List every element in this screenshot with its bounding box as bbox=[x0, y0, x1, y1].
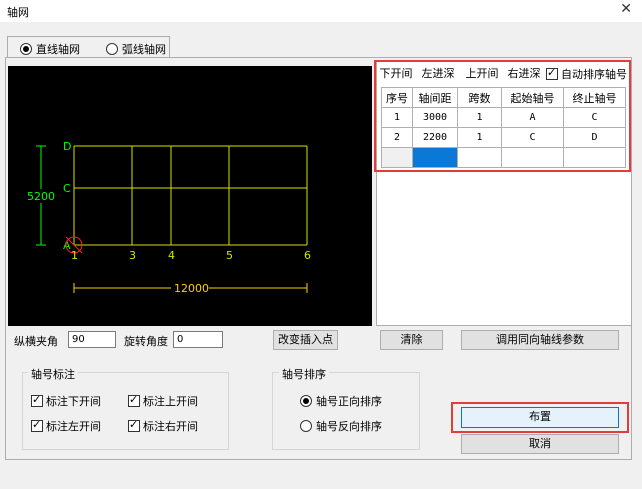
col-label-1: 1 bbox=[71, 249, 78, 262]
axis-label-group-title: 轴号标注 bbox=[28, 366, 78, 382]
label-right-bay-checkbox[interactable]: 标注右开间 bbox=[128, 418, 198, 434]
title-bar: 轴网 ✕ bbox=[0, 0, 642, 22]
cancel-button[interactable]: 取消 bbox=[461, 434, 619, 454]
col-label-6: 6 bbox=[304, 249, 311, 262]
table-highlight-box bbox=[374, 60, 631, 172]
rotate-label: 旋转角度 bbox=[124, 335, 168, 348]
radio-indicator bbox=[300, 395, 312, 407]
col-label-3: 3 bbox=[129, 249, 136, 262]
col-label-4: 4 bbox=[168, 249, 175, 262]
checkbox-indicator bbox=[128, 418, 140, 432]
label-right-bay-text: 标注右开间 bbox=[143, 420, 198, 433]
rotate-input[interactable]: 0 bbox=[173, 331, 223, 348]
sort-reverse-label: 轴号反向排序 bbox=[316, 420, 382, 433]
checkbox-indicator bbox=[128, 393, 140, 407]
label-bottom-bay-text: 标注下开间 bbox=[46, 395, 101, 408]
mode-straight-radio[interactable]: 直线轴网 bbox=[20, 41, 80, 57]
clear-button[interactable]: 清除 bbox=[380, 330, 443, 350]
grid-preview-svg: D C A 1 3 4 5 6 5200 12000 bbox=[25, 140, 311, 295]
sort-forward-label: 轴号正向排序 bbox=[316, 395, 382, 408]
mode-straight-label: 直线轴网 bbox=[36, 43, 80, 56]
label-left-bay-checkbox[interactable]: 标注左开间 bbox=[31, 418, 101, 434]
checkbox-indicator bbox=[31, 418, 43, 432]
window-title: 轴网 bbox=[7, 6, 29, 19]
close-icon[interactable]: ✕ bbox=[620, 1, 632, 17]
angle-input[interactable]: 90 bbox=[68, 331, 116, 348]
mode-arc-label: 弧线轴网 bbox=[122, 43, 166, 56]
grid-preview-canvas[interactable]: D C A 1 3 4 5 6 5200 12000 bbox=[8, 66, 372, 326]
label-top-bay-checkbox[interactable]: 标注上开间 bbox=[128, 393, 198, 409]
sort-reverse-radio[interactable]: 轴号反向排序 bbox=[300, 418, 382, 434]
axis-sort-group bbox=[272, 372, 420, 450]
horizontal-dim-label: 12000 bbox=[174, 282, 209, 295]
label-bottom-bay-checkbox[interactable]: 标注下开间 bbox=[31, 393, 101, 409]
angle-label: 纵横夹角 bbox=[14, 335, 58, 348]
axis-label-group bbox=[22, 372, 229, 450]
load-same-direction-params-button[interactable]: 调用同向轴线参数 bbox=[461, 330, 619, 350]
label-left-bay-text: 标注左开间 bbox=[46, 420, 101, 433]
mode-arc-radio[interactable]: 弧线轴网 bbox=[106, 41, 166, 57]
axis-sort-group-title: 轴号排序 bbox=[279, 366, 329, 382]
place-button-highlight-box bbox=[451, 402, 629, 433]
row-label-d: D bbox=[63, 140, 71, 153]
sort-forward-radio[interactable]: 轴号正向排序 bbox=[300, 393, 382, 409]
checkbox-indicator bbox=[31, 393, 43, 407]
change-insert-point-button[interactable]: 改变插入点 bbox=[273, 330, 338, 350]
radio-indicator bbox=[106, 43, 118, 55]
vertical-dim-label: 5200 bbox=[27, 190, 55, 203]
radio-indicator bbox=[20, 43, 32, 55]
row-label-c: C bbox=[63, 182, 71, 195]
col-label-5: 5 bbox=[226, 249, 233, 262]
radio-indicator bbox=[300, 420, 312, 432]
label-top-bay-text: 标注上开间 bbox=[143, 395, 198, 408]
